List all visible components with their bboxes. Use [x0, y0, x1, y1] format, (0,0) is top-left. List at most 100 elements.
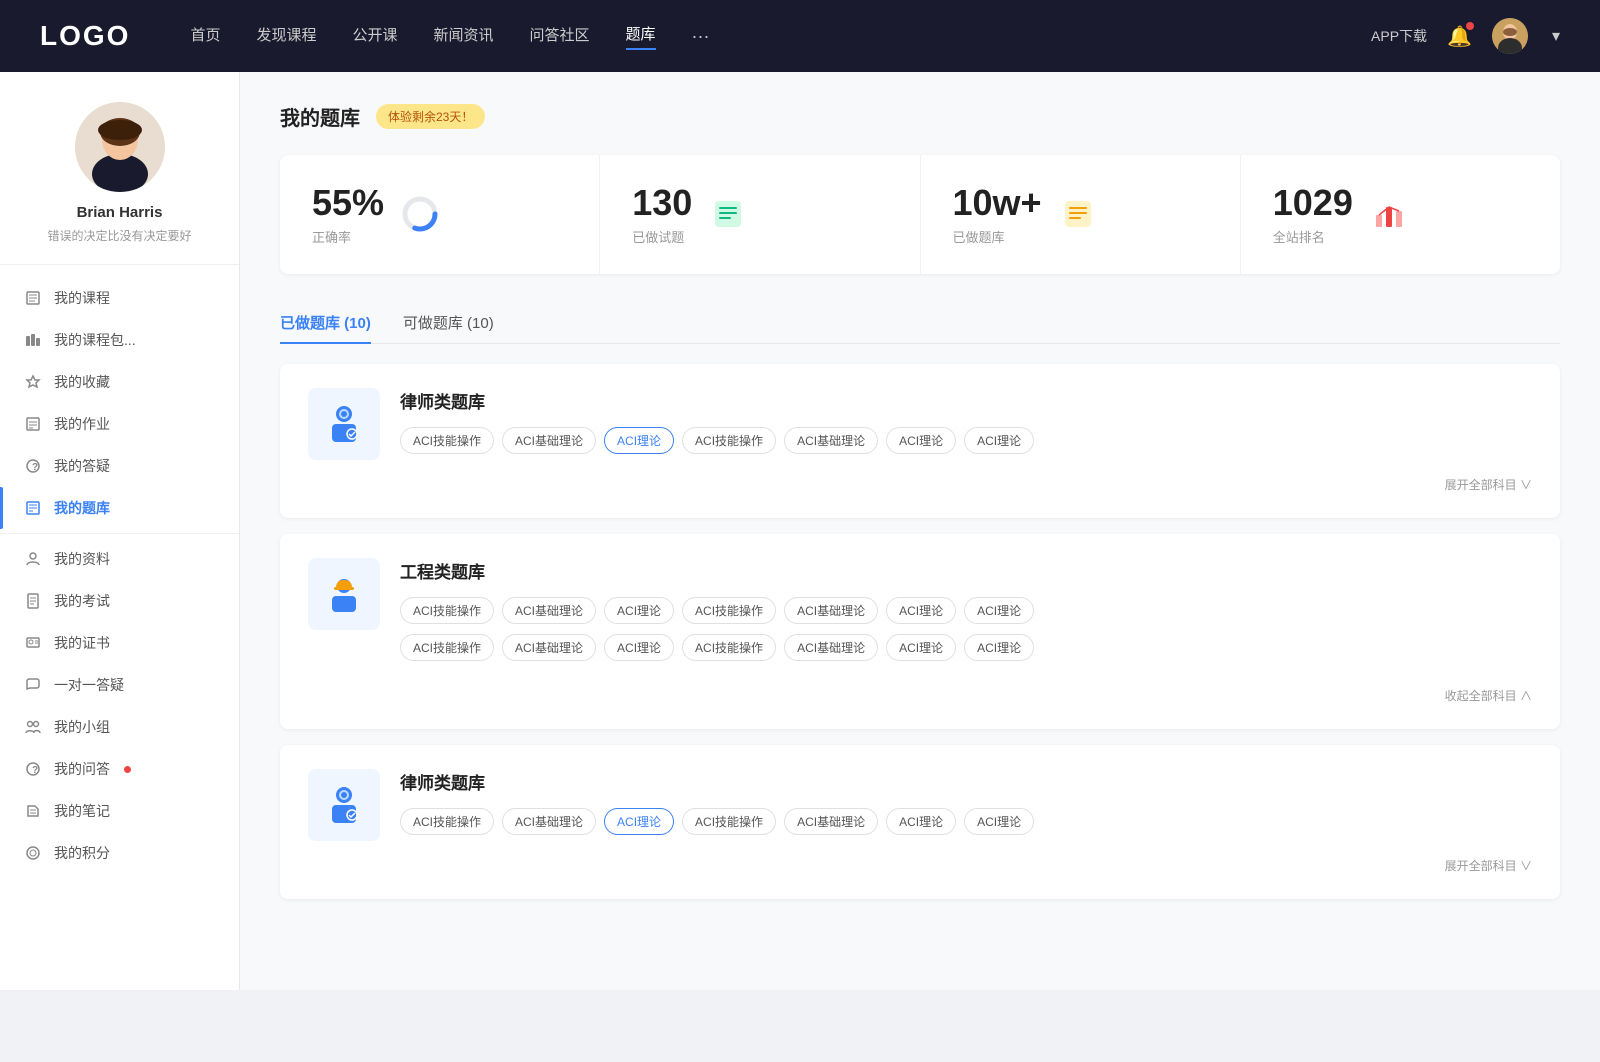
main-content: 我的题库 体验剩余23天！ 55% 正确率 — [240, 72, 1600, 990]
tag[interactable]: ACI技能操作 — [682, 634, 776, 661]
sidebar-item-group[interactable]: 我的小组 — [0, 706, 239, 748]
sidebar-item-homework[interactable]: 我的作业 — [0, 403, 239, 445]
sidebar-item-course-pack[interactable]: 我的课程包... — [0, 319, 239, 361]
tag[interactable]: ACI理论 — [886, 427, 956, 454]
sidebar-item-my-course[interactable]: 我的课程 — [0, 277, 239, 319]
qbank-title-area: 律师类题库 ACI技能操作 ACI基础理论 ACI理论 ACI技能操作 ACI基… — [400, 769, 1532, 835]
tag[interactable]: ACI基础理论 — [502, 597, 596, 624]
engineer-icon — [322, 572, 366, 616]
qa-badge — [124, 766, 131, 773]
expand-link[interactable]: 展开全部科目 ∨ — [1445, 478, 1532, 492]
trial-badge: 体验剩余23天！ — [376, 104, 485, 129]
tag[interactable]: ACI技能操作 — [400, 808, 494, 835]
sidebar-item-notes[interactable]: 我的笔记 — [0, 790, 239, 832]
nav-qa[interactable]: 问答社区 — [530, 24, 590, 49]
tag[interactable]: ACI技能操作 — [400, 427, 494, 454]
qbank-icon-wrap — [308, 388, 380, 460]
sidebar-item-profile[interactable]: 我的资料 — [0, 538, 239, 580]
tag[interactable]: ACI理论 — [964, 597, 1034, 624]
qbank-title-area: 律师类题库 ACI技能操作 ACI基础理论 ACI理论 ACI技能操作 ACI基… — [400, 388, 1532, 454]
stat-value: 10w+ — [953, 183, 1042, 223]
nav-discover[interactable]: 发现课程 — [256, 24, 316, 49]
stat-label: 全站排名 — [1273, 227, 1353, 246]
nav-question-bank[interactable]: 题库 — [626, 23, 656, 50]
tag[interactable]: ACI基础理论 — [784, 427, 878, 454]
tag[interactable]: ACI理论 — [886, 597, 956, 624]
tag[interactable]: ACI理论 — [964, 634, 1034, 661]
tag[interactable]: ACI技能操作 — [682, 808, 776, 835]
tab-done[interactable]: 已做题库 (10) — [280, 302, 371, 343]
done-questions-icon — [708, 194, 748, 234]
expand-link-2[interactable]: 展开全部科目 ∨ — [1445, 859, 1532, 873]
tag[interactable]: ACI基础理论 — [784, 597, 878, 624]
avatar[interactable] — [1492, 18, 1528, 54]
tag[interactable]: ACI理论 — [964, 427, 1034, 454]
course-pack-icon — [24, 331, 42, 349]
tag[interactable]: ACI基础理论 — [784, 634, 878, 661]
tag[interactable]: ACI理论 — [604, 597, 674, 624]
tag[interactable]: ACI理论 — [886, 808, 956, 835]
tag[interactable]: ACI技能操作 — [682, 597, 776, 624]
sidebar-label: 我的问答 — [54, 759, 110, 779]
nav-open-course[interactable]: 公开课 — [352, 24, 397, 49]
tag[interactable]: ACI基础理论 — [784, 808, 878, 835]
nav-news[interactable]: 新闻资讯 — [434, 24, 494, 49]
sidebar-item-points[interactable]: 我的积分 — [0, 832, 239, 874]
sidebar-label: 我的答疑 — [54, 456, 110, 476]
sidebar-item-one-on-one[interactable]: 一对一答疑 — [0, 664, 239, 706]
lawyer-icon-2 — [322, 783, 366, 827]
nav-more[interactable]: ··· — [692, 26, 710, 47]
course-icon — [24, 289, 42, 307]
stat-value: 1029 — [1273, 183, 1353, 223]
tag[interactable]: ACI理论 — [886, 634, 956, 661]
tabs: 已做题库 (10) 可做题库 (10) — [280, 302, 1560, 344]
sidebar-label: 我的课程 — [54, 288, 110, 308]
tag[interactable]: ACI技能操作 — [400, 597, 494, 624]
app-download-button[interactable]: APP下载 — [1371, 26, 1427, 46]
sidebar-menu: 我的课程 我的课程包... 我的收藏 我的作业 — [0, 277, 239, 874]
notification-bell[interactable]: 🔔 — [1447, 24, 1472, 49]
sidebar-motto: 错误的决定比没有决定要好 — [47, 227, 191, 244]
nav-right: APP下载 🔔 ▾ — [1371, 18, 1560, 54]
sidebar-item-question-bank[interactable]: 我的题库 — [0, 487, 239, 529]
group-icon — [24, 718, 42, 736]
tag[interactable]: ACI基础理论 — [502, 634, 596, 661]
qbank-title: 律师类题库 — [400, 769, 1532, 794]
notes-icon — [24, 802, 42, 820]
qbank-card-lawyer-1: 律师类题库 ACI技能操作 ACI基础理论 ACI理论 ACI技能操作 ACI基… — [280, 364, 1560, 518]
sidebar-label: 我的收藏 — [54, 372, 110, 392]
collapse-link[interactable]: 收起全部科目 ∧ — [1445, 689, 1532, 703]
tag[interactable]: ACI基础理论 — [502, 427, 596, 454]
page-title: 我的题库 — [280, 102, 360, 131]
tag[interactable]: ACI基础理论 — [502, 808, 596, 835]
sidebar-item-exam[interactable]: 我的考试 — [0, 580, 239, 622]
nav-home[interactable]: 首页 — [190, 24, 220, 49]
nav-links: 首页 发现课程 公开课 新闻资讯 问答社区 题库 ··· — [190, 23, 1371, 50]
sidebar-label: 我的笔记 — [54, 801, 110, 821]
tag[interactable]: ACI技能操作 — [400, 634, 494, 661]
stat-correct-rate: 55% 正确率 — [280, 155, 600, 274]
sidebar-item-favorites[interactable]: 我的收藏 — [0, 361, 239, 403]
expand-row: 收起全部科目 ∧ — [308, 687, 1532, 705]
user-menu-chevron[interactable]: ▾ — [1552, 26, 1560, 46]
qbank-tags-row-1: ACI技能操作 ACI基础理论 ACI理论 ACI技能操作 ACI基础理论 AC… — [400, 597, 1532, 624]
one-on-one-icon — [24, 676, 42, 694]
sidebar-item-qa[interactable]: ? 我的答疑 — [0, 445, 239, 487]
sidebar-item-my-qa[interactable]: ? 我的问答 — [0, 748, 239, 790]
expand-row: 展开全部科目 ∨ — [308, 857, 1532, 875]
tag-active[interactable]: ACI理论 — [604, 808, 674, 835]
tag[interactable]: ACI理论 — [604, 634, 674, 661]
tag[interactable]: ACI技能操作 — [682, 427, 776, 454]
svg-text:?: ? — [32, 462, 38, 473]
correct-rate-icon — [400, 194, 440, 234]
sidebar-item-certificate[interactable]: 我的证书 — [0, 622, 239, 664]
page-header: 我的题库 体验剩余23天！ — [280, 102, 1560, 131]
lawyer-icon — [322, 402, 366, 446]
tag[interactable]: ACI理论 — [964, 808, 1034, 835]
exam-icon — [24, 592, 42, 610]
stat-text: 10w+ 已做题库 — [953, 183, 1042, 246]
qbank-card-engineer: 工程类题库 ACI技能操作 ACI基础理论 ACI理论 ACI技能操作 ACI基… — [280, 534, 1560, 729]
tab-available[interactable]: 可做题库 (10) — [403, 302, 494, 343]
tag-active[interactable]: ACI理论 — [604, 427, 674, 454]
stat-site-rank: 1029 全站排名 — [1241, 155, 1560, 274]
